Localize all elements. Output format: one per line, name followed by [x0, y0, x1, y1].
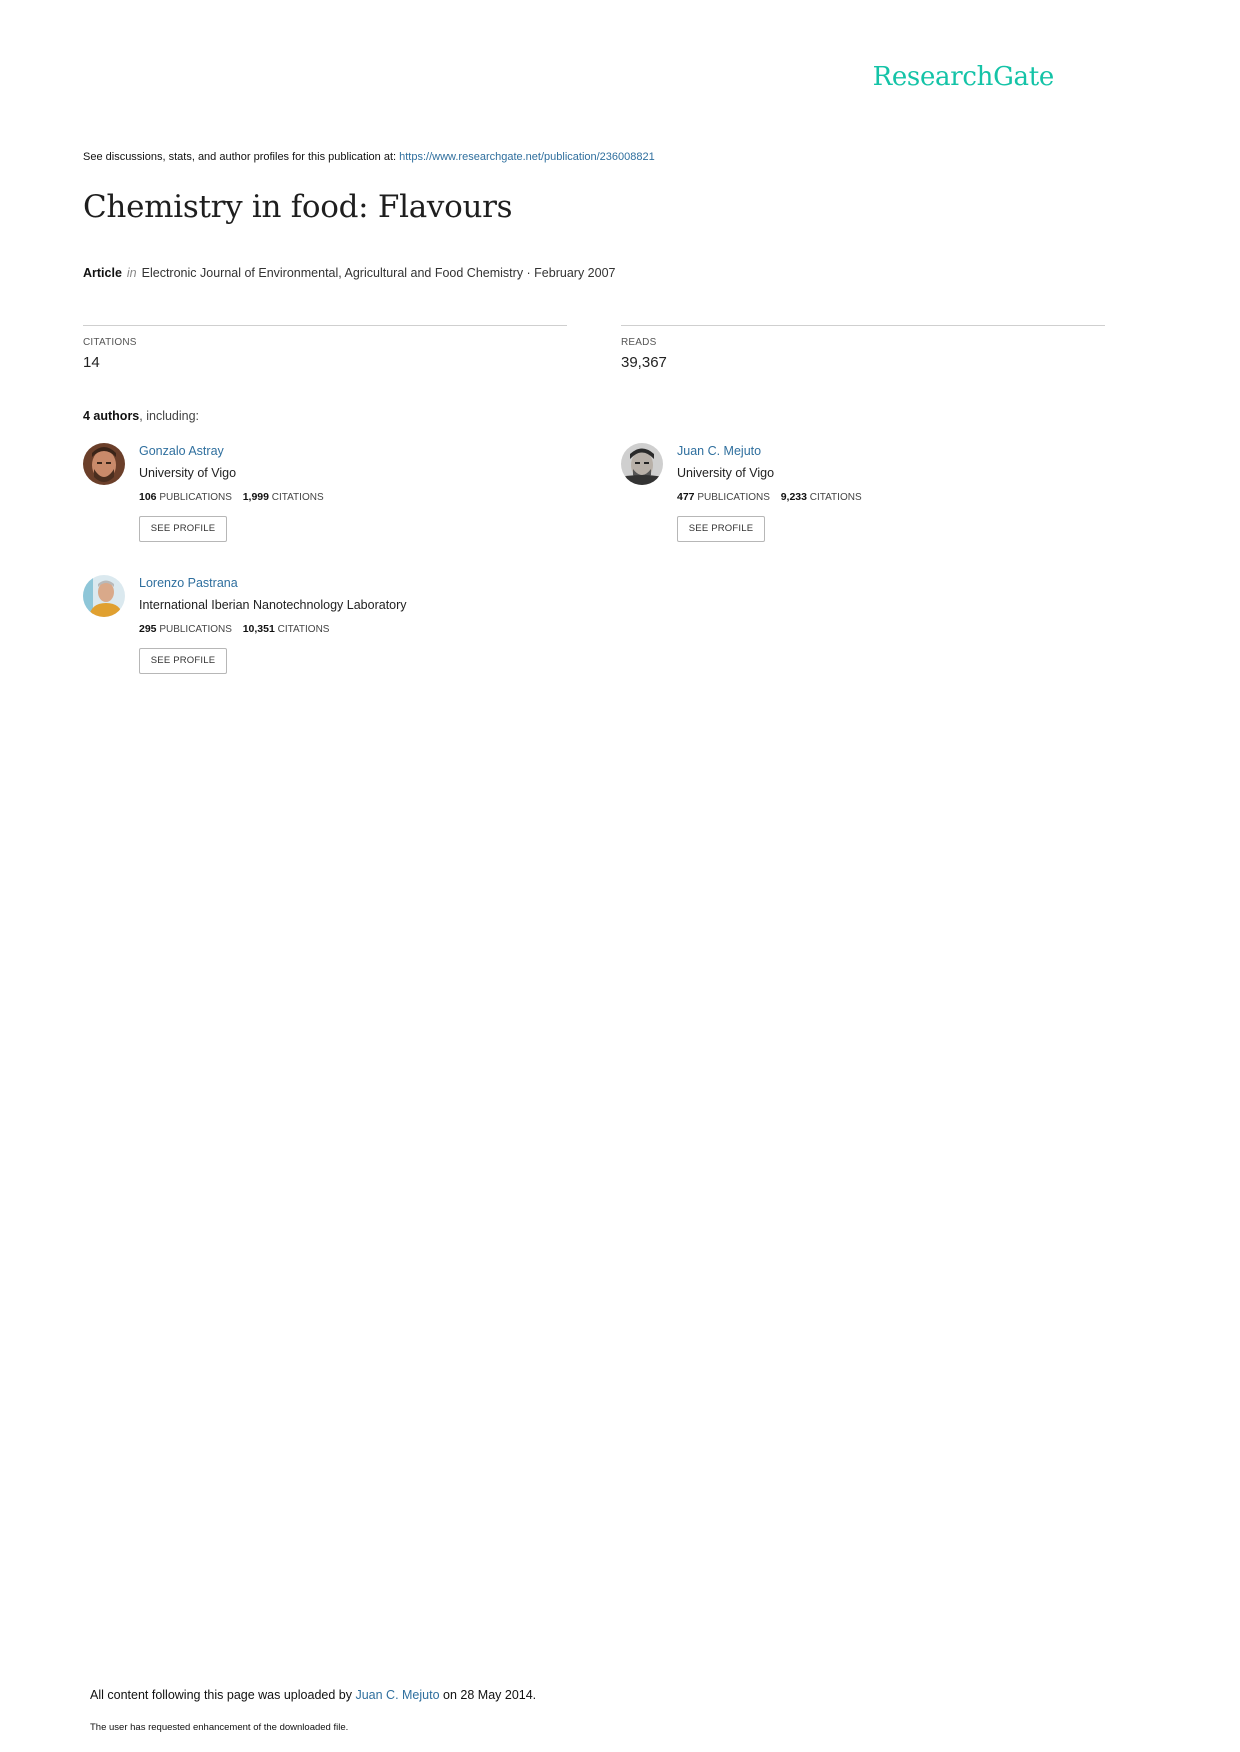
author-citations-count: 9,233: [780, 491, 807, 503]
author-publications-label: PUBLICATIONS: [159, 624, 232, 635]
author-stats: 477 PUBLICATIONS 9,233 CITATIONS: [677, 490, 862, 505]
upload-notice: All content following this page was uplo…: [90, 1688, 536, 1702]
researchgate-logo[interactable]: ResearchGate: [873, 62, 1055, 92]
author-avatar[interactable]: [621, 443, 663, 485]
upload-prefix: All content following this page was uplo…: [90, 1688, 352, 1702]
authors-count: 4 authors: [83, 409, 140, 423]
citations-label: CITATIONS: [83, 337, 137, 348]
authors-including: , including:: [139, 409, 200, 423]
see-profile-button[interactable]: SEE PROFILE: [677, 516, 765, 542]
author-name-link[interactable]: Gonzalo Astray: [139, 443, 324, 459]
author-stats: 295 PUBLICATIONS 10,351 CITATIONS: [139, 622, 407, 637]
reads-divider: [621, 325, 1105, 326]
reads-label: READS: [621, 337, 657, 348]
publication-type: Article: [83, 266, 122, 280]
publication-title: Chemistry in food: Flavours: [83, 189, 513, 225]
author-photo-icon: [83, 443, 125, 485]
upload-date: on 28 May 2014.: [443, 1688, 537, 1702]
author-publications-count: 106: [139, 491, 157, 503]
author-card-lorenzo-pastrana: Lorenzo Pastrana International Iberian N…: [83, 575, 603, 685]
author-avatar[interactable]: [83, 575, 125, 617]
author-publications-label: PUBLICATIONS: [697, 492, 770, 503]
citations-count: 14: [83, 354, 100, 371]
author-name-link[interactable]: Lorenzo Pastrana: [139, 575, 407, 591]
author-citations-count: 10,351: [242, 623, 275, 635]
see-profile-button[interactable]: SEE PROFILE: [139, 516, 227, 542]
publication-url-link[interactable]: https://www.researchgate.net/publication…: [399, 151, 655, 163]
author-avatar[interactable]: [83, 443, 125, 485]
author-card-gonzalo-astray: Gonzalo Astray University of Vigo 106 PU…: [83, 443, 603, 553]
author-citations-count: 1,999: [242, 491, 269, 503]
in-label: in: [126, 266, 137, 280]
author-publications-count: 477: [677, 491, 695, 503]
author-institution: International Iberian Nanotechnology Lab…: [139, 598, 407, 612]
author-photo-icon: [83, 575, 125, 617]
author-name-link[interactable]: Juan C. Mejuto: [677, 443, 862, 459]
author-photo-icon: [621, 443, 663, 485]
author-institution: University of Vigo: [139, 466, 237, 480]
author-publications-count: 295: [139, 623, 157, 635]
author-stats: 106 PUBLICATIONS 1,999 CITATIONS: [139, 490, 324, 505]
publication-link-line: See discussions, stats, and author profi…: [83, 151, 655, 163]
author-publications-label: PUBLICATIONS: [159, 492, 232, 503]
authors-heading: 4 authors, including:: [83, 409, 199, 423]
author-institution: University of Vigo: [677, 466, 775, 480]
uploader-link[interactable]: Juan C. Mejuto: [355, 1688, 439, 1702]
author-citations-label: CITATIONS: [809, 492, 862, 503]
reads-count: 39,367: [621, 354, 667, 371]
author-card-juan-mejuto: Juan C. Mejuto University of Vigo 477 PU…: [621, 443, 1141, 553]
publication-meta: Article in Electronic Journal of Environme…: [83, 266, 615, 280]
author-citations-label: CITATIONS: [271, 492, 324, 503]
see-profile-button[interactable]: SEE PROFILE: [139, 648, 227, 674]
enhancement-note: The user has requested enhancement of th…: [90, 1722, 349, 1733]
author-citations-label: CITATIONS: [277, 624, 330, 635]
see-discussions-text: See discussions, stats, and author profi…: [83, 151, 397, 163]
citations-divider: [83, 325, 567, 326]
journal-and-date: Electronic Journal of Environmental, Agr…: [141, 266, 616, 280]
